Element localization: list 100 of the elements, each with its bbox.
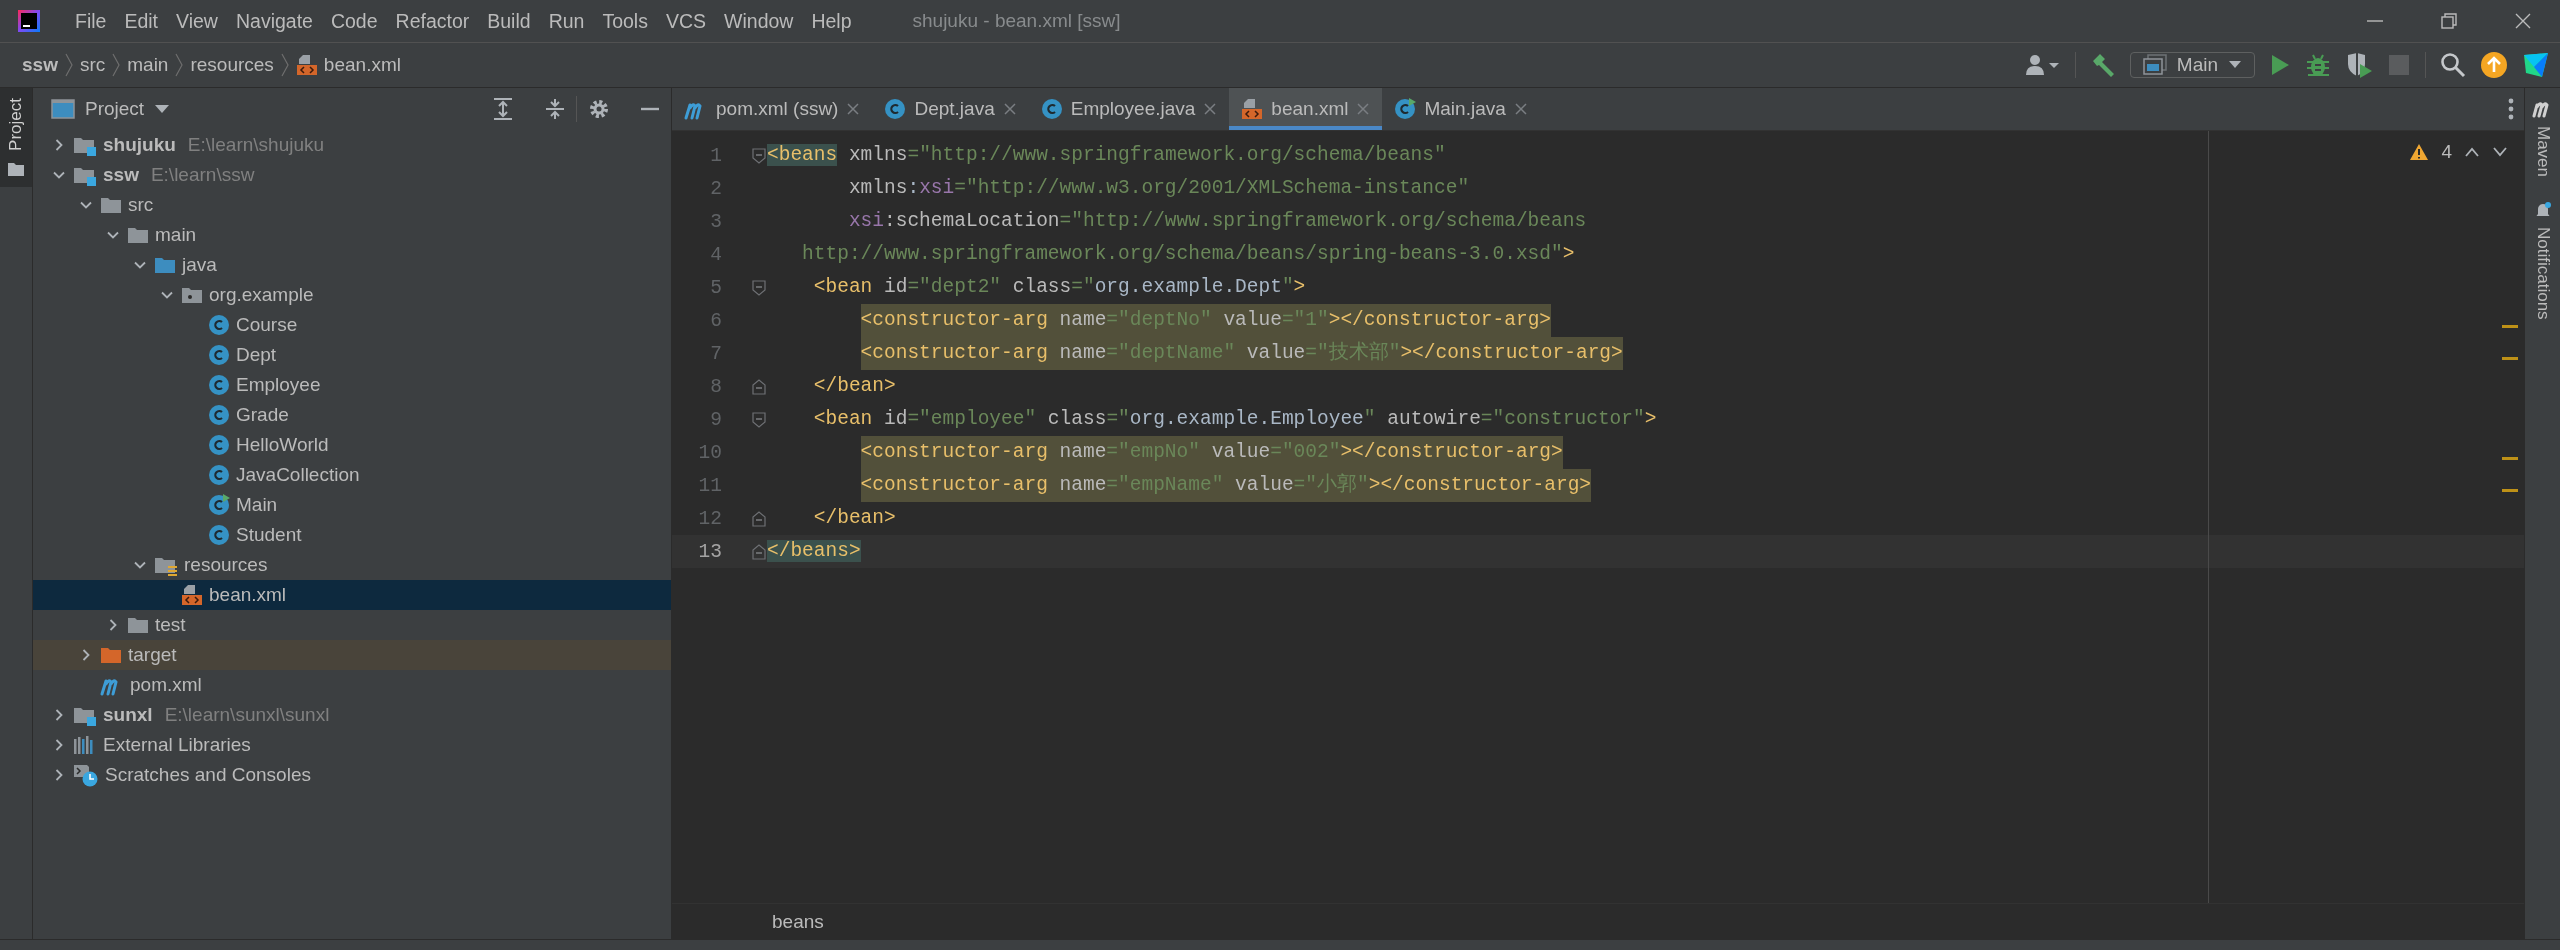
chevron-down-icon[interactable]	[2492, 146, 2508, 158]
window-title: shujuku - bean.xml [ssw]	[912, 10, 1121, 32]
tree-item[interactable]: src	[33, 190, 671, 220]
tree-item[interactable]: ssw E:\learn\ssw	[33, 160, 671, 190]
restore-icon	[2439, 11, 2459, 31]
tree-item[interactable]: shujuku E:\learn\shujuku	[33, 130, 671, 160]
xml-file-icon	[295, 54, 318, 76]
close-icon[interactable]	[1002, 102, 1017, 116]
panel-icon	[51, 98, 75, 120]
close-icon[interactable]	[1513, 102, 1528, 116]
menu-item[interactable]: Help	[802, 9, 861, 33]
tree-item[interactable]: External Libraries	[33, 730, 671, 760]
run-icon[interactable]	[2269, 53, 2291, 77]
scroll-marker[interactable]	[2502, 489, 2518, 492]
tree-item[interactable]: pom.xml	[33, 670, 671, 700]
scroll-marker[interactable]	[2502, 357, 2518, 360]
tree-item[interactable]: Student	[33, 520, 671, 550]
runnable-class-icon	[208, 494, 230, 516]
tree-item[interactable]: Dept	[33, 340, 671, 370]
breadcrumb-item[interactable]: bean.xml	[289, 54, 407, 76]
close-icon[interactable]	[1203, 102, 1218, 116]
line-number: 4	[709, 243, 723, 266]
menu-item[interactable]: Edit	[115, 9, 168, 33]
tree-item[interactable]: HelloWorld	[33, 430, 671, 460]
search-icon[interactable]	[2440, 52, 2466, 78]
window-icon	[2142, 54, 2167, 76]
side-tab[interactable]: Project	[0, 88, 32, 187]
tree-item[interactable]: JavaCollection	[33, 460, 671, 490]
minimize-icon	[2367, 20, 2383, 22]
class-icon	[208, 314, 230, 336]
tree-item[interactable]: org.example	[33, 280, 671, 310]
side-tab[interactable]: Notifications	[2532, 201, 2553, 320]
menu-item[interactable]: VCS	[656, 9, 716, 33]
editor-tab[interactable]: Dept.java	[872, 88, 1029, 130]
breadcrumb-item[interactable]: beans	[772, 910, 824, 933]
more-icon[interactable]	[2508, 98, 2514, 120]
tree-item[interactable]: main	[33, 220, 671, 250]
breadcrumb-item[interactable]: ssw	[16, 54, 64, 76]
line-number: 3	[709, 210, 723, 233]
close-icon[interactable]	[846, 102, 861, 116]
bug-icon[interactable]	[2305, 52, 2331, 78]
class-icon	[208, 434, 230, 456]
scroll-marker[interactable]	[2502, 325, 2518, 328]
toolbox-icon[interactable]	[2522, 51, 2550, 79]
menu-item[interactable]: View	[167, 9, 227, 33]
update-icon[interactable]	[2480, 51, 2508, 79]
fold-icon[interactable]	[751, 147, 766, 164]
menu-item[interactable]: Refactor	[386, 9, 479, 33]
breadcrumb-item[interactable]: src	[73, 54, 112, 76]
menu-item[interactable]: Run	[539, 9, 594, 33]
editor-tab[interactable]: bean.xml	[1229, 88, 1383, 130]
module-path: E:\learn\ssw	[150, 164, 255, 186]
editor-tab[interactable]: Main.java	[1382, 88, 1540, 130]
panel-title[interactable]: Project	[85, 98, 145, 120]
tree-item[interactable]: Employee	[33, 370, 671, 400]
scroll-marker[interactable]	[2502, 457, 2518, 460]
caret-icon[interactable]	[154, 104, 171, 114]
breadcrumb-item[interactable]: main	[121, 54, 175, 76]
settings-icon[interactable]	[587, 97, 611, 121]
menu-item[interactable]: Code	[321, 9, 387, 33]
tree-item[interactable]: resources	[33, 550, 671, 580]
fold-icon[interactable]	[751, 378, 766, 395]
chevron-right-icon	[279, 52, 290, 78]
class-icon	[208, 524, 230, 546]
menu-item[interactable]: File	[66, 9, 116, 33]
warning-count[interactable]: 4	[2441, 141, 2452, 163]
tree-item[interactable]: Main	[33, 490, 671, 520]
fold-icon[interactable]	[751, 543, 766, 560]
expand-all-icon[interactable]	[492, 97, 514, 121]
tree-item[interactable]: Grade	[33, 400, 671, 430]
class-icon	[208, 464, 230, 486]
fold-icon[interactable]	[751, 510, 766, 527]
editor-tab[interactable]: pom.xml (ssw)	[672, 88, 873, 130]
tree-item[interactable]: Course	[33, 310, 671, 340]
side-tab[interactable]: Maven	[2531, 98, 2554, 178]
menu-item[interactable]: Build	[478, 9, 540, 33]
breadcrumb-item[interactable]: resources	[184, 54, 280, 76]
scratches-icon	[73, 763, 99, 787]
shield-run-icon[interactable]	[2345, 52, 2373, 78]
chevron-up-icon[interactable]	[2464, 146, 2480, 158]
menu-item[interactable]: Navigate	[226, 9, 322, 33]
editor-tab[interactable]: Employee.java	[1028, 88, 1230, 130]
class-icon	[1040, 98, 1063, 120]
tree-item[interactable]: target	[33, 640, 671, 670]
runnable-class-icon	[1394, 98, 1417, 120]
collapse-all-icon[interactable]	[544, 97, 566, 121]
tree-item[interactable]: java	[33, 250, 671, 280]
line-number: 5	[709, 276, 723, 299]
tree-item[interactable]: bean.xml	[33, 580, 671, 610]
tree-item[interactable]: test	[33, 610, 671, 640]
class-icon	[208, 344, 230, 366]
fold-icon[interactable]	[751, 411, 766, 428]
tree-item[interactable]: sunxl E:\learn\sunxl\sunxl	[33, 700, 671, 730]
tree-item[interactable]: Scratches and Consoles	[33, 760, 671, 790]
menu-item[interactable]: Window	[715, 9, 803, 33]
code-line: <bean id="dept2" class="org.example.Dept">	[813, 275, 1306, 300]
run-configuration-dropdown[interactable]: Main	[2129, 52, 2255, 78]
fold-icon[interactable]	[751, 279, 766, 296]
menu-item[interactable]: Tools	[593, 9, 657, 33]
code-line: http://www.springframework.org/schema/beans/spring-beans-3.0.xsd">	[802, 242, 1575, 267]
